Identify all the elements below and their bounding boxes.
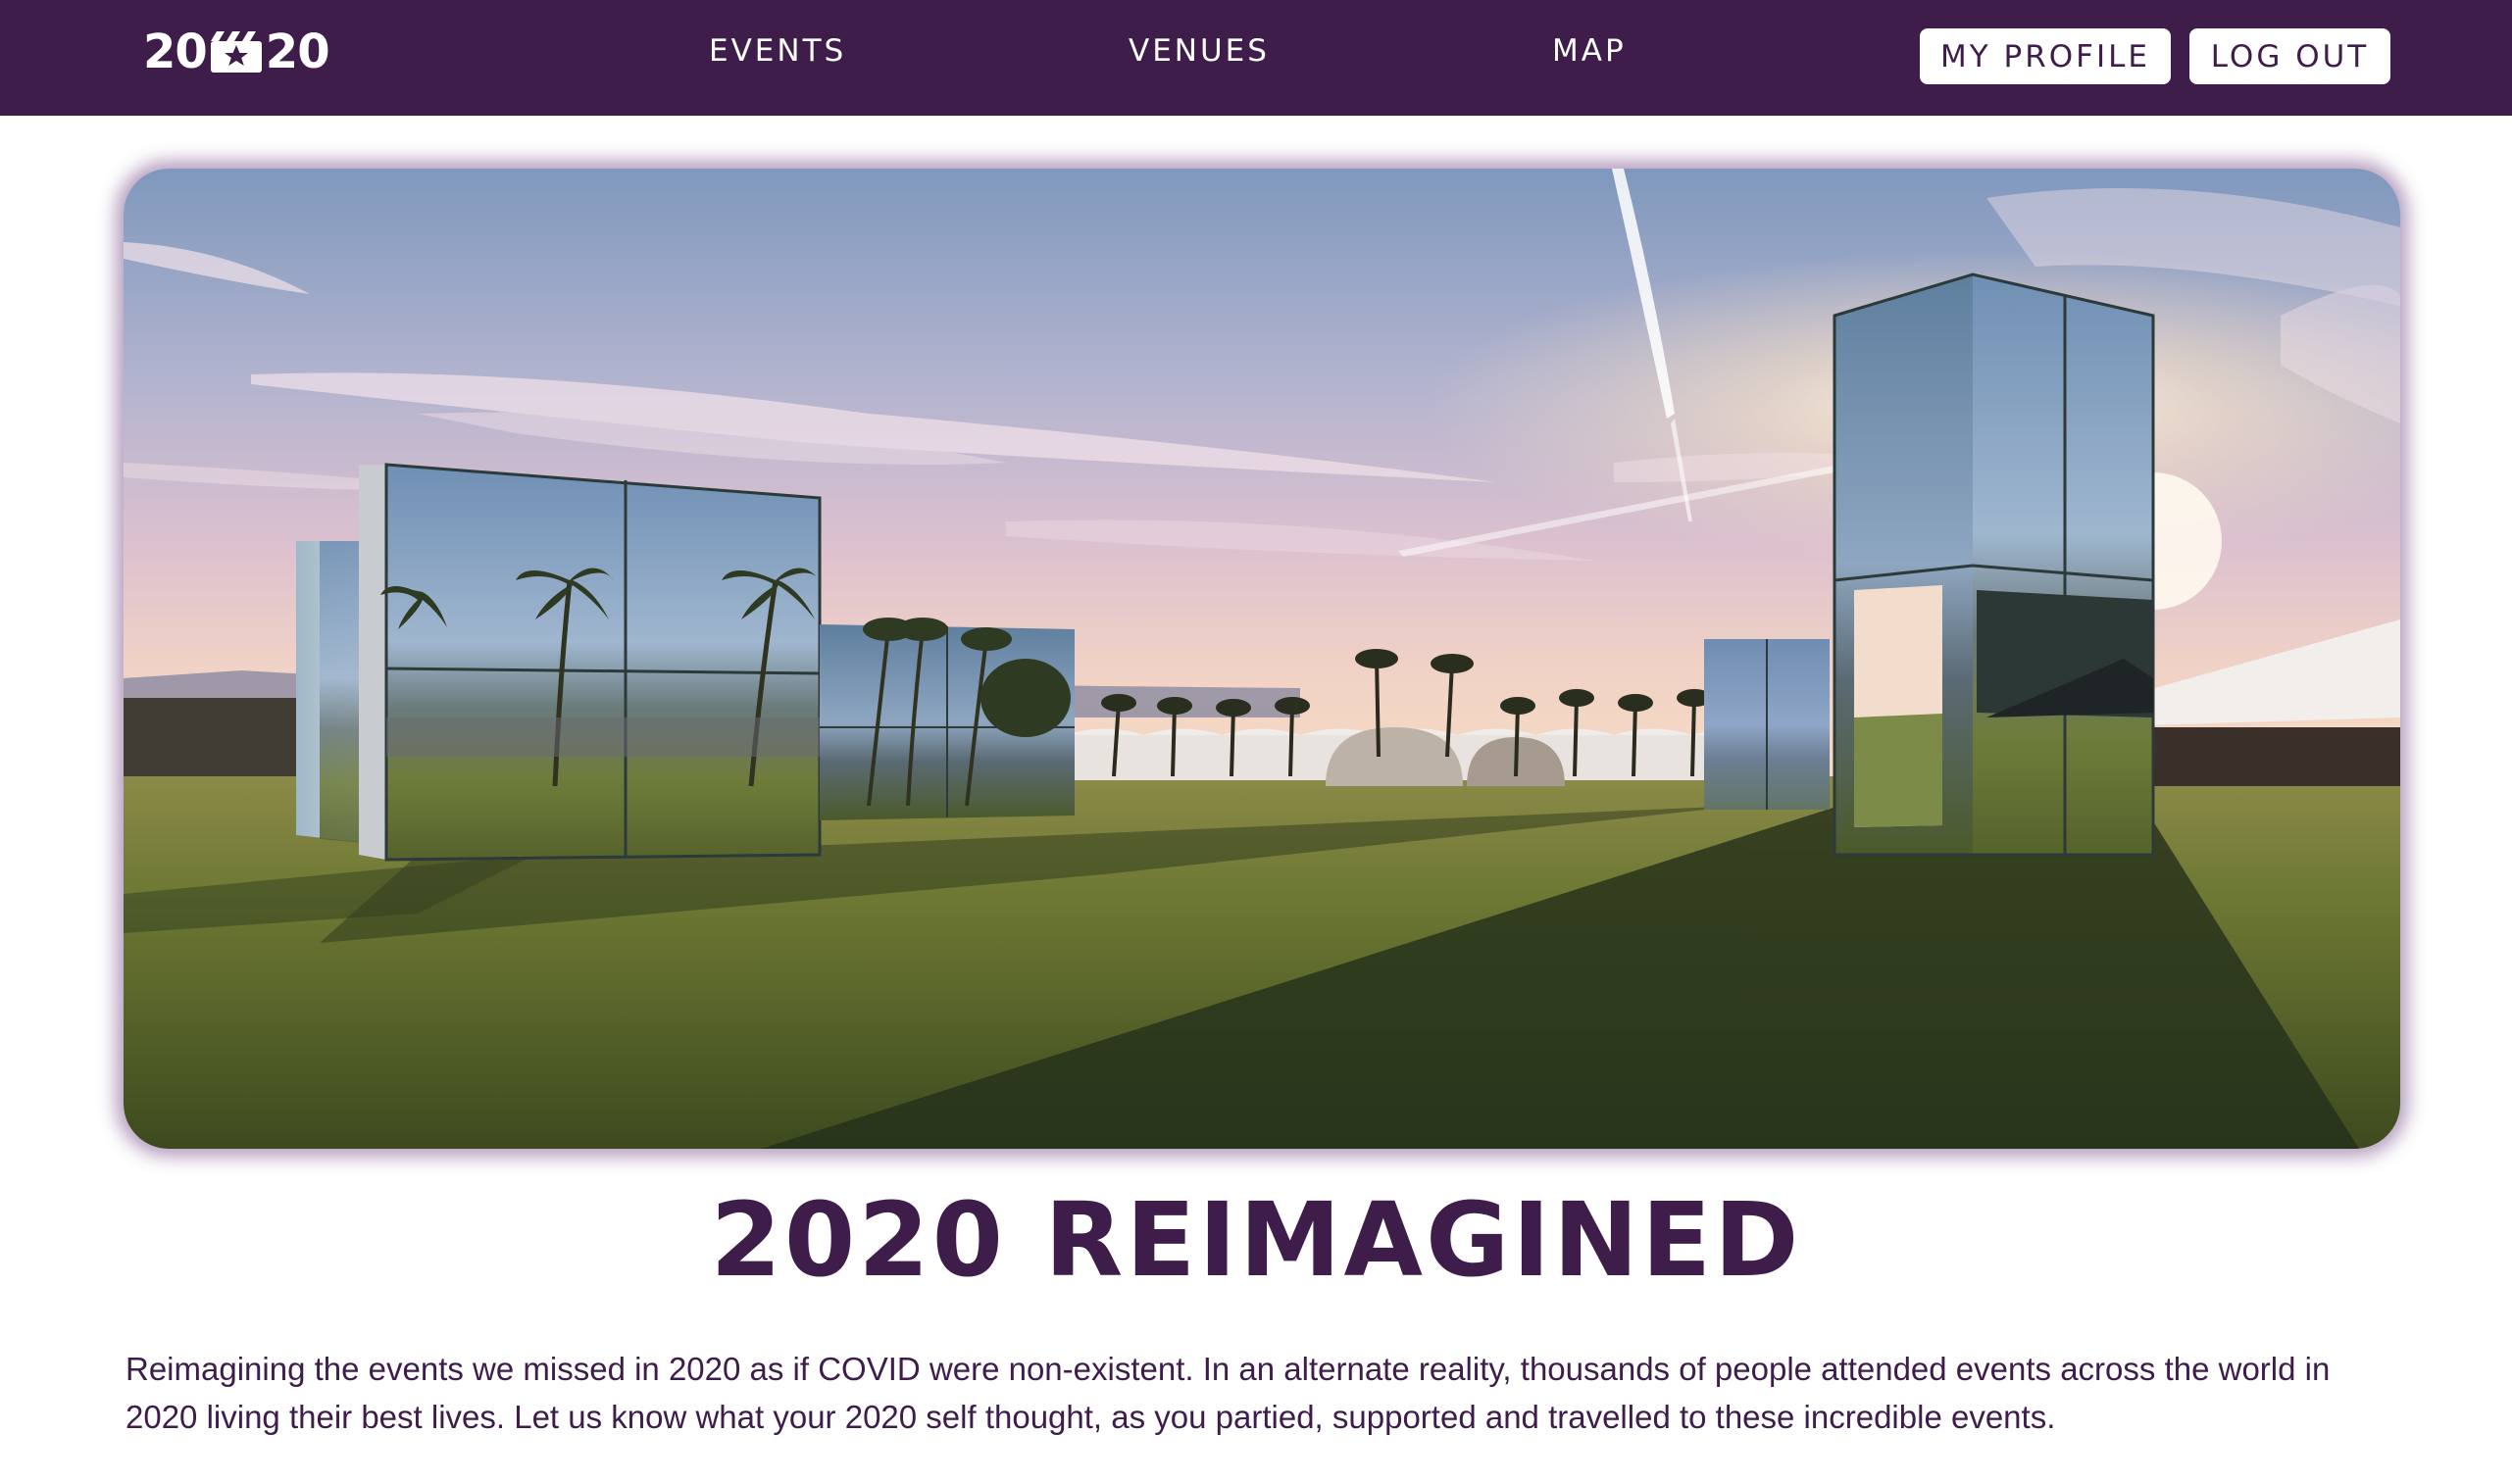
clapperboard-star-icon: [209, 29, 264, 74]
hero-image: [124, 169, 2400, 1149]
intro-paragraph: Reimagining the events we missed in 2020…: [126, 1351, 2331, 1435]
nav-link-venues[interactable]: VENUES: [1129, 33, 1270, 69]
my-profile-button[interactable]: MY PROFILE: [1920, 28, 2171, 84]
nav-link-map[interactable]: MAP: [1552, 33, 1627, 69]
site-logo[interactable]: 20 20: [143, 25, 330, 79]
page-title: 2020 REIMAGINED: [710, 1180, 1802, 1300]
logo-text-right: 20: [265, 25, 330, 79]
top-navbar: 20 20 EVENTS VENUES MAP MY PROFILE LOG O…: [0, 0, 2512, 116]
log-out-button[interactable]: LOG OUT: [2189, 28, 2390, 84]
logo-text-left: 20: [143, 25, 208, 79]
nav-link-events[interactable]: EVENTS: [709, 33, 846, 69]
festival-mirror-installation-photo: [124, 169, 2400, 1149]
